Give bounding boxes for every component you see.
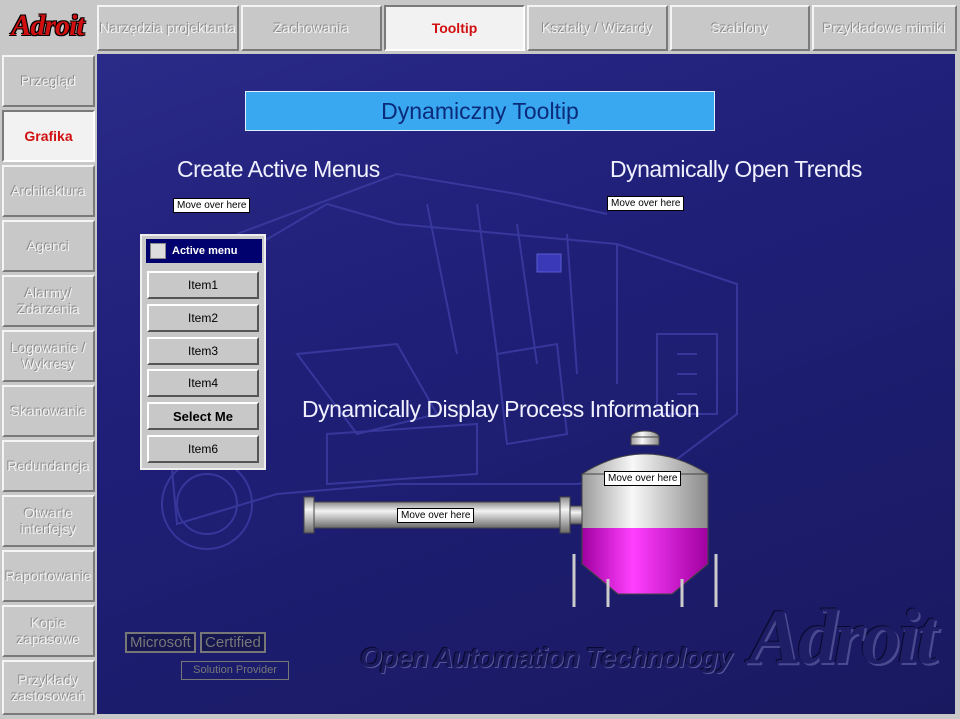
tab-szablony[interactable]: Szablony <box>670 5 810 51</box>
heading-dynamically-display-process-information: Dynamically Display Process Information <box>302 396 700 422</box>
process-tank[interactable] <box>572 429 722 609</box>
tooltip-menus-hover-target[interactable]: Move over here <box>173 198 251 213</box>
page-header-title: Dynamiczny Tooltip <box>245 91 715 131</box>
menu-item-1[interactable]: Item1 <box>147 271 259 299</box>
active-menu-panel: Active menu Item1 Item2 Item3 Item4 Sele… <box>140 234 266 470</box>
solution-provider-label: Solution Provider <box>181 661 289 680</box>
microsoft-label: Microsoft <box>125 632 196 653</box>
sidebar-item-otwarte-interfejsy[interactable]: Otwarte interfejsy <box>2 495 95 547</box>
sidebar-item-logowanie-wykresy[interactable]: Logowanie / Wykresy <box>2 330 95 382</box>
menu-item-6[interactable]: Item6 <box>147 435 259 463</box>
tab-tooltip[interactable]: Tooltip <box>384 5 525 51</box>
sidebar-item-architektura[interactable]: Architektura <box>2 165 95 217</box>
heading-dynamically-open-trends: Dynamically Open Trends <box>610 156 862 182</box>
sidebar-item-grafika[interactable]: Grafika <box>2 110 95 162</box>
tab-ksztalty-wizardy[interactable]: Kształty / Wizardy <box>527 5 668 51</box>
sidebar-item-raportowanie[interactable]: Raportowanie <box>2 550 95 602</box>
tooltip-tank-hover-target[interactable]: Move over here <box>604 471 682 486</box>
certified-label: Certified <box>200 632 266 653</box>
adroit-watermark: Adroit <box>749 593 938 680</box>
menu-item-select-me[interactable]: Select Me <box>147 402 259 430</box>
sidebar-item-skanowanie[interactable]: Skanowanie <box>2 385 95 437</box>
sidebar-item-agenci[interactable]: Agenci <box>2 220 95 272</box>
sidebar-item-przyklady-zastosowan[interactable]: Przykłady zastosowań <box>2 660 95 715</box>
menu-item-4[interactable]: Item4 <box>147 369 259 397</box>
sidebar-item-alarmy-zdarzenia[interactable]: Alarmy/ Zdarzenia <box>2 275 95 327</box>
menu-item-3[interactable]: Item3 <box>147 337 259 365</box>
microsoft-certified-logo: Microsoft Certified <box>125 632 266 653</box>
menu-item-2[interactable]: Item2 <box>147 304 259 332</box>
sidebar-item-przeglad[interactable]: Przegląd <box>2 55 95 107</box>
tooltip-pipe-hover-target[interactable]: Move over here <box>397 508 475 523</box>
active-menu-title: Active menu <box>172 245 238 257</box>
tooltip-trends-hover-target[interactable]: Move over here <box>607 196 685 211</box>
menu-window-icon <box>150 243 166 259</box>
tab-zachowania[interactable]: Zachowania <box>241 5 382 51</box>
sidebar-item-kopie-zapasowe[interactable]: Kopie zapasowe <box>2 605 95 657</box>
sidebar-item-redundancja[interactable]: Redundancja <box>2 440 95 492</box>
tank-level-fill <box>582 528 708 594</box>
heading-create-active-menus: Create Active Menus <box>177 156 380 182</box>
active-menu-titlebar: Active menu <box>146 239 262 263</box>
tab-przykladowe-mimiki[interactable]: Przykładowe mimiki <box>812 5 957 51</box>
main-display: Dynamiczny Tooltip Create Active Menus D… <box>97 54 955 714</box>
logo-text: Adroit <box>11 9 84 42</box>
adroit-logo: Adroit <box>0 0 95 52</box>
open-automation-technology-tagline: Open Automation Technology <box>360 642 733 673</box>
tab-narzedzia-projektanta[interactable]: Narzędzia projektanta <box>97 5 239 51</box>
